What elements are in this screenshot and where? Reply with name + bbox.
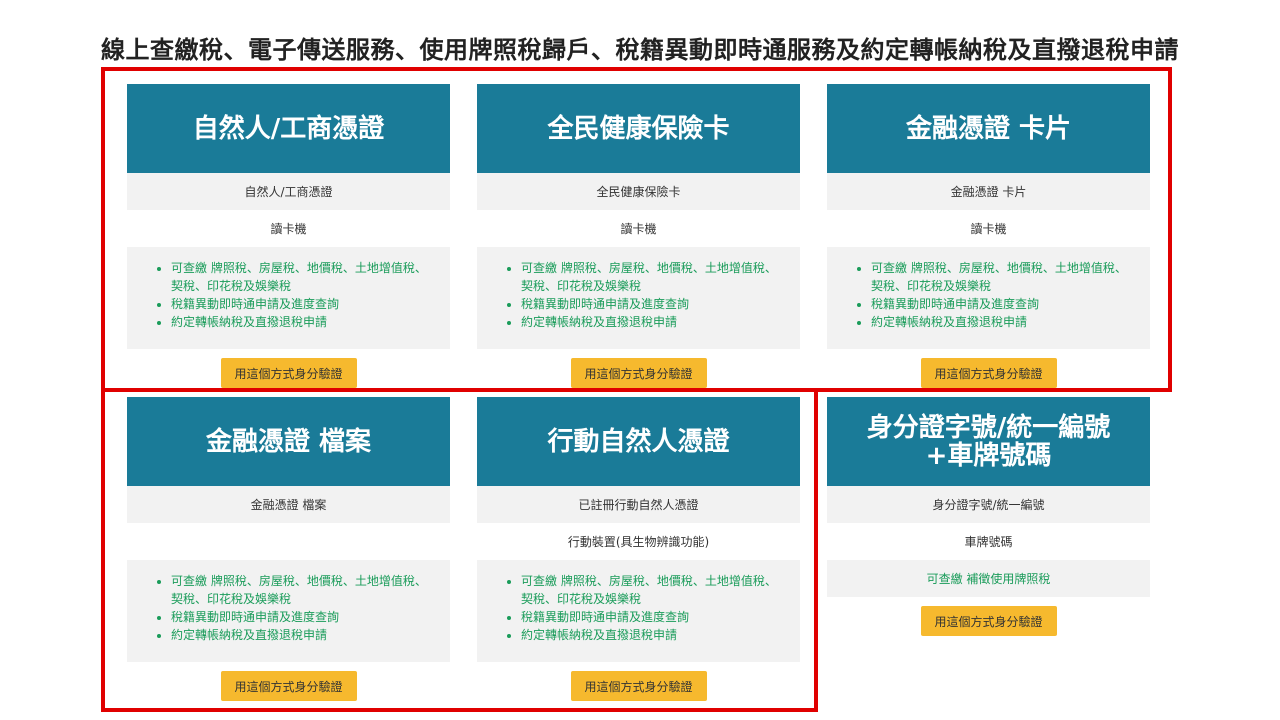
verify-button[interactable]: 用這個方式身分驗證 xyxy=(570,671,707,701)
card-device-label: 讀卡機 xyxy=(970,222,1007,236)
card-device-label xyxy=(127,523,450,560)
feature-item: 約定轉帳納稅及直撥退稅申請 xyxy=(521,626,786,644)
card-device-label: 行動裝置(具生物辨識功能) xyxy=(567,535,710,549)
card-title: 金融憑證 檔案 xyxy=(127,397,450,486)
card-cert-label: 身分證字號/統一編號 xyxy=(827,486,1150,523)
feature-item: 稅籍異動即時通申請及進度查詢 xyxy=(871,295,1136,313)
card-title: 金融憑證 卡片 xyxy=(827,84,1150,173)
card-title: 行動自然人憑證 xyxy=(477,397,800,486)
card-title: 全民健康保險卡 xyxy=(477,84,800,173)
feature-item: 稅籍異動即時通申請及進度查詢 xyxy=(171,608,436,626)
card-title: 身分證字號/統一編號 +車牌號碼 xyxy=(827,397,1150,486)
card-device-label: 車牌號碼 xyxy=(964,535,1013,549)
auth-card-citizen-cert: 自然人/工商憑證 自然人/工商憑證 讀卡機 可查繳 牌照稅、房屋稅、地價稅、土地… xyxy=(127,84,450,388)
verify-button[interactable]: 用這個方式身分驗證 xyxy=(220,358,357,388)
verify-button[interactable]: 用這個方式身分驗證 xyxy=(570,358,707,388)
auth-card-financial-file: 金融憑證 檔案 金融憑證 檔案 可查繳 牌照稅、房屋稅、地價稅、土地增值稅、契稅… xyxy=(127,397,450,701)
feature-item: 可查繳 牌照稅、房屋稅、地價稅、土地增值稅、契稅、印花稅及娛樂稅 xyxy=(871,259,1136,295)
card-cert-label: 自然人/工商憑證 xyxy=(127,173,450,210)
verify-button[interactable]: 用這個方式身分驗證 xyxy=(220,671,357,701)
feature-item: 可查繳 牌照稅、房屋稅、地價稅、土地增值稅、契稅、印花稅及娛樂稅 xyxy=(171,572,436,608)
feature-item: 稅籍異動即時通申請及進度查詢 xyxy=(171,295,436,313)
auth-card-id-plate: 身分證字號/統一編號 +車牌號碼 身分證字號/統一編號 車牌號碼 可查繳 補徵使… xyxy=(827,397,1150,636)
page-title: 線上查繳稅、電子傳送服務、使用牌照稅歸戶、稅籍異動即時通服務及約定轉帳納稅及直撥… xyxy=(101,36,1179,64)
highlight-frame-step xyxy=(814,388,1172,392)
card-cert-label: 已註冊行動自然人憑證 xyxy=(477,486,800,523)
card-cert-label: 全民健康保險卡 xyxy=(477,173,800,210)
card-cert-label: 金融憑證 卡片 xyxy=(827,173,1150,210)
card-title-line2: +車牌號碼 xyxy=(925,440,1052,471)
feature-item: 稅籍異動即時通申請及進度查詢 xyxy=(521,295,786,313)
auth-card-health-card: 全民健康保險卡 全民健康保險卡 讀卡機 可查繳 牌照稅、房屋稅、地價稅、土地增值… xyxy=(477,84,800,388)
feature-item: 可查繳 牌照稅、房屋稅、地價稅、土地增值稅、契稅、印花稅及娛樂稅 xyxy=(521,572,786,608)
card-title: 自然人/工商憑證 xyxy=(127,84,450,173)
card-features: 可查繳 牌照稅、房屋稅、地價稅、土地增值稅、契稅、印花稅及娛樂稅 稅籍異動即時通… xyxy=(127,560,450,662)
card-features: 可查繳 牌照稅、房屋稅、地價稅、土地增值稅、契稅、印花稅及娛樂稅 稅籍異動即時通… xyxy=(827,247,1150,349)
card-cert-label: 金融憑證 檔案 xyxy=(127,486,450,523)
verify-button[interactable]: 用這個方式身分驗證 xyxy=(920,358,1057,388)
auth-card-financial-card: 金融憑證 卡片 金融憑證 卡片 讀卡機 可查繳 牌照稅、房屋稅、地價稅、土地增值… xyxy=(827,84,1150,388)
feature-item: 約定轉帳納稅及直撥退稅申請 xyxy=(171,626,436,644)
auth-card-mobile-cert: 行動自然人憑證 已註冊行動自然人憑證 行動裝置(具生物辨識功能) 可查繳 牌照稅… xyxy=(477,397,800,701)
feature-item: 約定轉帳納稅及直撥退稅申請 xyxy=(871,313,1136,331)
feature-item: 約定轉帳納稅及直撥退稅申請 xyxy=(521,313,786,331)
card-feature: 可查繳 補徵使用牌照稅 xyxy=(827,560,1150,597)
card-device-label: 讀卡機 xyxy=(270,222,307,236)
feature-item: 可查繳 牌照稅、房屋稅、地價稅、土地增值稅、契稅、印花稅及娛樂稅 xyxy=(171,259,436,295)
card-features: 可查繳 牌照稅、房屋稅、地價稅、土地增值稅、契稅、印花稅及娛樂稅 稅籍異動即時通… xyxy=(127,247,450,349)
feature-item: 約定轉帳納稅及直撥退稅申請 xyxy=(171,313,436,331)
verify-button[interactable]: 用這個方式身分驗證 xyxy=(920,606,1057,636)
card-title-line1: 身分證字號/統一編號 xyxy=(866,412,1111,443)
feature-item: 可查繳 牌照稅、房屋稅、地價稅、土地增值稅、契稅、印花稅及娛樂稅 xyxy=(521,259,786,295)
card-features: 可查繳 牌照稅、房屋稅、地價稅、土地增值稅、契稅、印花稅及娛樂稅 稅籍異動即時通… xyxy=(477,560,800,662)
card-features: 可查繳 牌照稅、房屋稅、地價稅、土地增值稅、契稅、印花稅及娛樂稅 稅籍異動即時通… xyxy=(477,247,800,349)
feature-item: 稅籍異動即時通申請及進度查詢 xyxy=(521,608,786,626)
card-device-label: 讀卡機 xyxy=(620,222,657,236)
